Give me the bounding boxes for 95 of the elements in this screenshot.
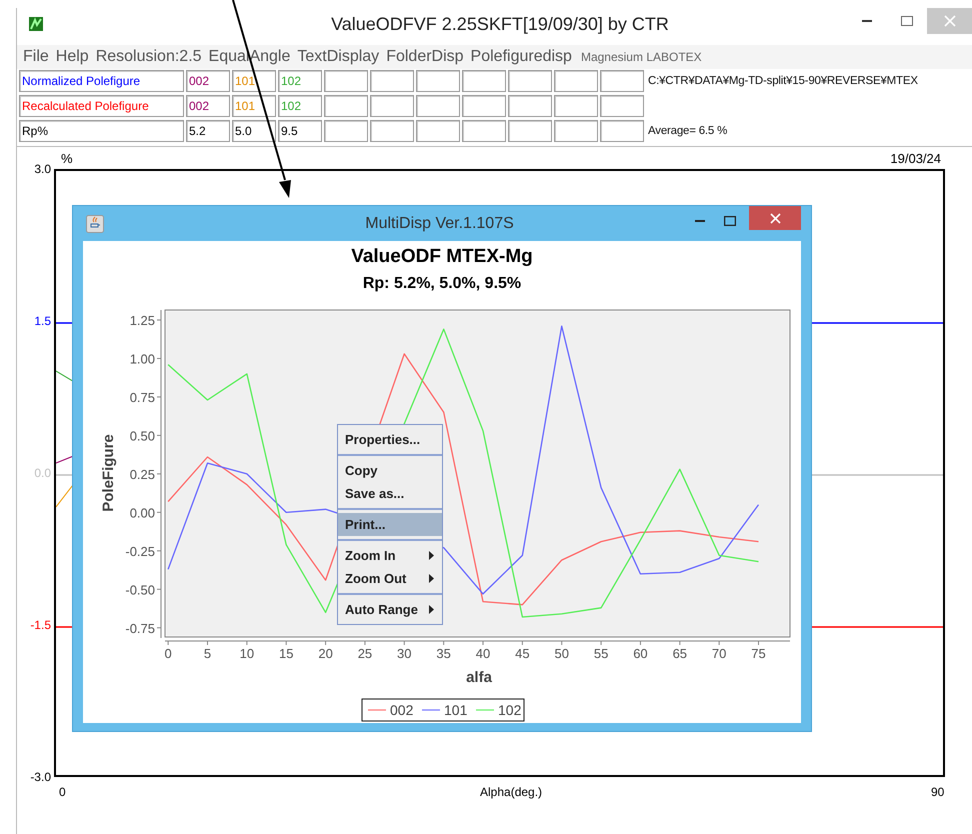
axis-label: -3.0 xyxy=(30,770,51,784)
empty-cell xyxy=(416,120,460,142)
tick-label: 30 xyxy=(397,646,412,661)
close-icon xyxy=(944,15,956,27)
tick-label: 15 xyxy=(278,646,294,661)
axis-title: alfa xyxy=(466,669,492,686)
table-cell: 102 xyxy=(278,95,322,117)
tick-label: 45 xyxy=(515,646,530,661)
tick-label: 1.00 xyxy=(130,351,155,366)
menu-note: Magnesium LABOTEX xyxy=(580,50,702,64)
empty-cell xyxy=(370,95,414,117)
legend-label: 101 xyxy=(444,702,468,718)
menu-option[interactable]: Auto Range xyxy=(338,598,442,621)
tick-label: 0.25 xyxy=(130,466,155,482)
table-cell: 5.0 xyxy=(232,120,276,142)
table-cell: 002 xyxy=(186,70,230,92)
legend-label: 002 xyxy=(390,702,414,718)
tick-label: 1.25 xyxy=(130,313,155,328)
tick-label: 0.50 xyxy=(130,428,155,444)
empty-cell xyxy=(416,95,460,117)
table-cell: 002 xyxy=(186,95,230,117)
row-label: Rp% xyxy=(19,120,184,142)
axis-label: -1.5 xyxy=(30,618,51,632)
tick-label: 20 xyxy=(318,646,333,661)
tick-label: 75 xyxy=(751,646,766,661)
row-label: Recalculated Polefigure xyxy=(19,95,184,117)
menu-option[interactable]: Copy xyxy=(338,459,442,482)
row-label: Normalized Polefigure xyxy=(19,70,184,92)
empty-cell xyxy=(462,95,506,117)
minimize-icon xyxy=(862,20,872,22)
app-icon xyxy=(29,17,43,31)
minimize-icon xyxy=(695,220,705,222)
table-cell: 101 xyxy=(232,70,276,92)
tick-label: -0.25 xyxy=(125,544,155,559)
axis-label: 90 xyxy=(931,785,944,799)
tick-label: 0.00 xyxy=(130,505,155,520)
menu-item[interactable]: Polefiguredisp xyxy=(470,48,572,66)
tick-label: 10 xyxy=(240,646,254,661)
menu-item[interactable]: Resolusion:2.5 xyxy=(96,48,202,66)
window-title: ValueODFVF 2.25SKFT[19/09/30] by CTR xyxy=(330,14,670,34)
menu-option[interactable]: Properties... xyxy=(338,428,442,451)
tick-label: 25 xyxy=(358,646,372,661)
axis-label: 3.0 xyxy=(34,162,51,176)
unit-label: % xyxy=(61,151,73,166)
chart-subtitle: Rp: 5.2%, 5.0%, 9.5% xyxy=(362,274,522,294)
axis-label: 0.0 xyxy=(34,466,51,480)
axis-label: 1.5 xyxy=(34,314,51,328)
cup-icon xyxy=(86,214,104,232)
menu-item[interactable]: FolderDisp xyxy=(386,48,464,66)
tick-label: 5 xyxy=(204,646,212,661)
maximize-icon xyxy=(901,16,913,26)
empty-cell xyxy=(508,120,552,142)
row-note: Average= 6.5 % xyxy=(648,125,728,137)
tick-label: 70 xyxy=(712,646,726,661)
menu-item[interactable]: TextDisplay xyxy=(297,48,380,66)
tick-label: 40 xyxy=(476,646,490,661)
table-cell: 102 xyxy=(278,70,322,92)
tick-label: 55 xyxy=(594,646,608,661)
empty-cell xyxy=(324,120,368,142)
tick-label: 60 xyxy=(633,646,648,661)
dialog-title: MultiDisp Ver.1.107S xyxy=(364,214,515,232)
maximize-icon xyxy=(724,216,736,226)
menu-item[interactable]: File xyxy=(23,48,49,66)
empty-cell xyxy=(600,95,644,117)
tick-label: 35 xyxy=(436,646,451,661)
table-cell: 5.2 xyxy=(186,120,230,142)
axis-label: 0 xyxy=(59,785,66,799)
empty-cell xyxy=(324,95,368,117)
empty-cell xyxy=(462,120,506,142)
close-button[interactable] xyxy=(749,206,801,230)
empty-cell xyxy=(554,95,598,117)
table-cell: 9.5 xyxy=(278,120,322,142)
menu-option[interactable]: Print... xyxy=(338,513,442,536)
tick-label: 65 xyxy=(672,646,688,661)
row-note: C:¥CTR¥DATA¥Mg-TD-split¥15-90¥REVERSE¥MTEX xyxy=(648,75,918,87)
tick-label: 0.75 xyxy=(130,390,155,405)
menu-option[interactable]: Zoom In xyxy=(338,544,442,567)
menu-option[interactable]: Save as... xyxy=(338,482,442,505)
empty-cell xyxy=(370,120,414,142)
empty-cell xyxy=(554,120,598,142)
empty-cell xyxy=(508,95,552,117)
tick-label: -0.50 xyxy=(125,582,155,598)
date-label: 19/03/24 xyxy=(890,151,941,166)
axis-title: Alpha(deg.) xyxy=(480,785,542,799)
chart-title: ValueODF MTEX-Mg xyxy=(350,245,534,269)
tick-label: 50 xyxy=(554,646,569,661)
axis-title: PoleFigure xyxy=(100,434,117,512)
legend-label: 102 xyxy=(498,702,522,718)
table-cell: 101 xyxy=(232,95,276,117)
menu-item[interactable]: Help xyxy=(56,48,89,66)
empty-cell xyxy=(600,120,644,142)
tick-label: 0 xyxy=(164,646,172,661)
close-icon xyxy=(770,212,780,224)
menu-option[interactable]: Zoom Out xyxy=(338,567,442,590)
tick-label: -0.75 xyxy=(125,620,155,636)
